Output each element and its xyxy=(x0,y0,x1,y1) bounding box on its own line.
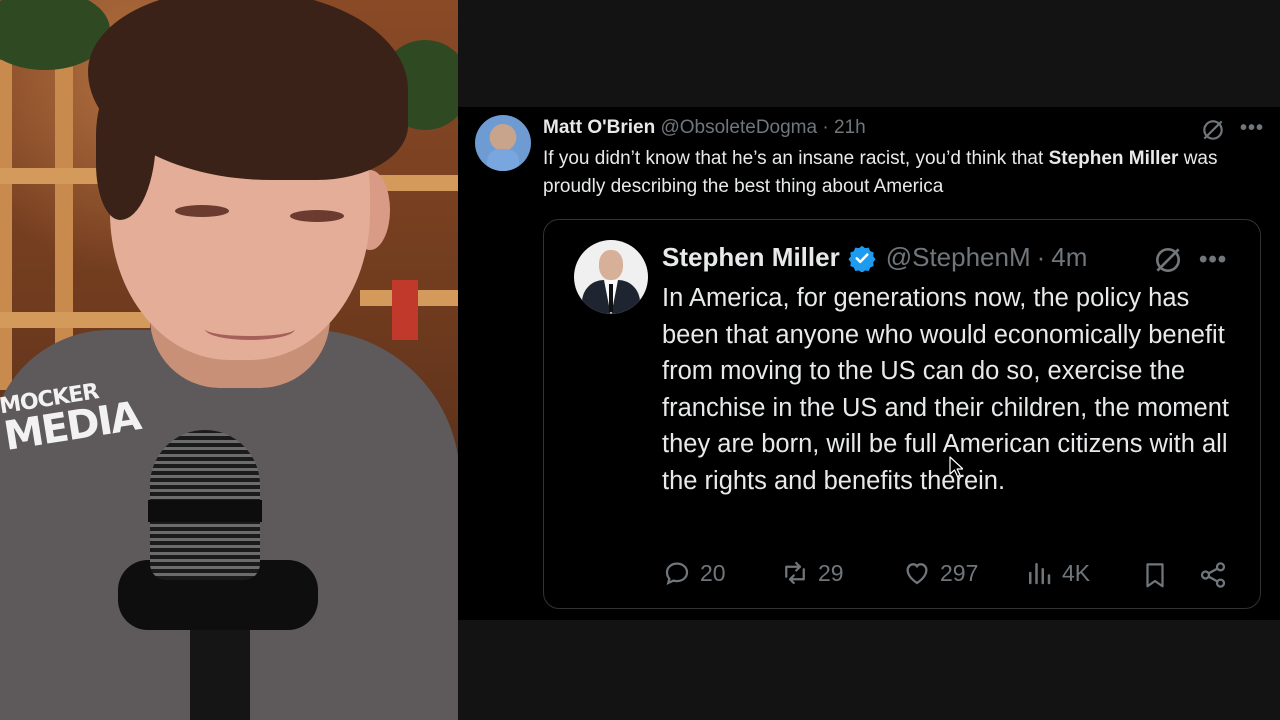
quoted-author-avatar[interactable] xyxy=(574,240,648,314)
author-handle[interactable]: @ObsoleteDogma xyxy=(660,117,817,138)
like-icon xyxy=(906,563,928,585)
author-name[interactable]: Matt O'Brien xyxy=(543,117,655,138)
reply-icon xyxy=(665,562,689,586)
grok-icon[interactable] xyxy=(1152,244,1184,276)
author-avatar[interactable] xyxy=(475,115,531,171)
mouse-cursor-icon xyxy=(949,456,963,478)
shelf-board xyxy=(0,168,110,184)
webcam-feed: MOCKER MEDIA xyxy=(0,0,458,720)
person-eye xyxy=(290,210,344,222)
tweet-text: If you didn’t know that he’s an insane r… xyxy=(543,145,1233,201)
quoted-author-name[interactable]: Stephen Miller xyxy=(662,242,840,273)
repost-button[interactable]: 29 xyxy=(780,558,844,588)
shelf-board xyxy=(0,312,150,328)
separator: · xyxy=(1036,242,1046,272)
shelf-post xyxy=(0,60,12,390)
microphone-band xyxy=(148,500,262,522)
more-icon[interactable]: ••• xyxy=(1199,246,1227,274)
quoted-tweet-header: Stephen Miller @StephenM · 4m xyxy=(662,242,1087,273)
repost-count: 29 xyxy=(818,559,844,586)
tweet[interactable]: Matt O'Brien @ObsoleteDogma · 21h ••• If… xyxy=(458,107,1280,620)
tweet-text-part1: If you didn’t know that he’s an insane r… xyxy=(543,148,1049,169)
grok-icon[interactable] xyxy=(1200,117,1226,143)
quoted-author-handle[interactable]: @StephenM xyxy=(886,242,1031,273)
separator: · xyxy=(822,117,829,138)
tweet-header: Matt O'Brien @ObsoleteDogma · 21h xyxy=(543,117,866,139)
red-object xyxy=(392,280,418,340)
repost-icon xyxy=(785,561,805,585)
more-icon[interactable]: ••• xyxy=(1240,117,1264,140)
like-count: 297 xyxy=(940,559,979,586)
person-mouth xyxy=(205,318,295,340)
tweet-actions: 20 29 297 4K xyxy=(662,558,1242,594)
quoted-tweet[interactable]: Stephen Miller @StephenM · 4m ••• In Ame… xyxy=(543,219,1261,609)
person-eye xyxy=(175,205,229,217)
views-icon xyxy=(1029,563,1051,585)
like-button[interactable]: 297 xyxy=(902,558,978,588)
verified-badge-icon xyxy=(848,245,876,272)
reply-count: 20 xyxy=(700,559,726,586)
reply-button[interactable]: 20 xyxy=(662,558,726,588)
view-count: 4K xyxy=(1062,559,1091,586)
quoted-tweet-timestamp[interactable]: 4m xyxy=(1051,242,1087,273)
tweet-timestamp[interactable]: 21h xyxy=(834,117,866,138)
tweet-panel: Matt O'Brien @ObsoleteDogma · 21h ••• If… xyxy=(458,0,1280,720)
tweet-text-mention: Stephen Miller xyxy=(1048,148,1179,169)
bookmark-icon[interactable] xyxy=(1140,560,1170,590)
views-button[interactable]: 4K xyxy=(1024,558,1090,588)
share-icon[interactable] xyxy=(1198,560,1228,590)
